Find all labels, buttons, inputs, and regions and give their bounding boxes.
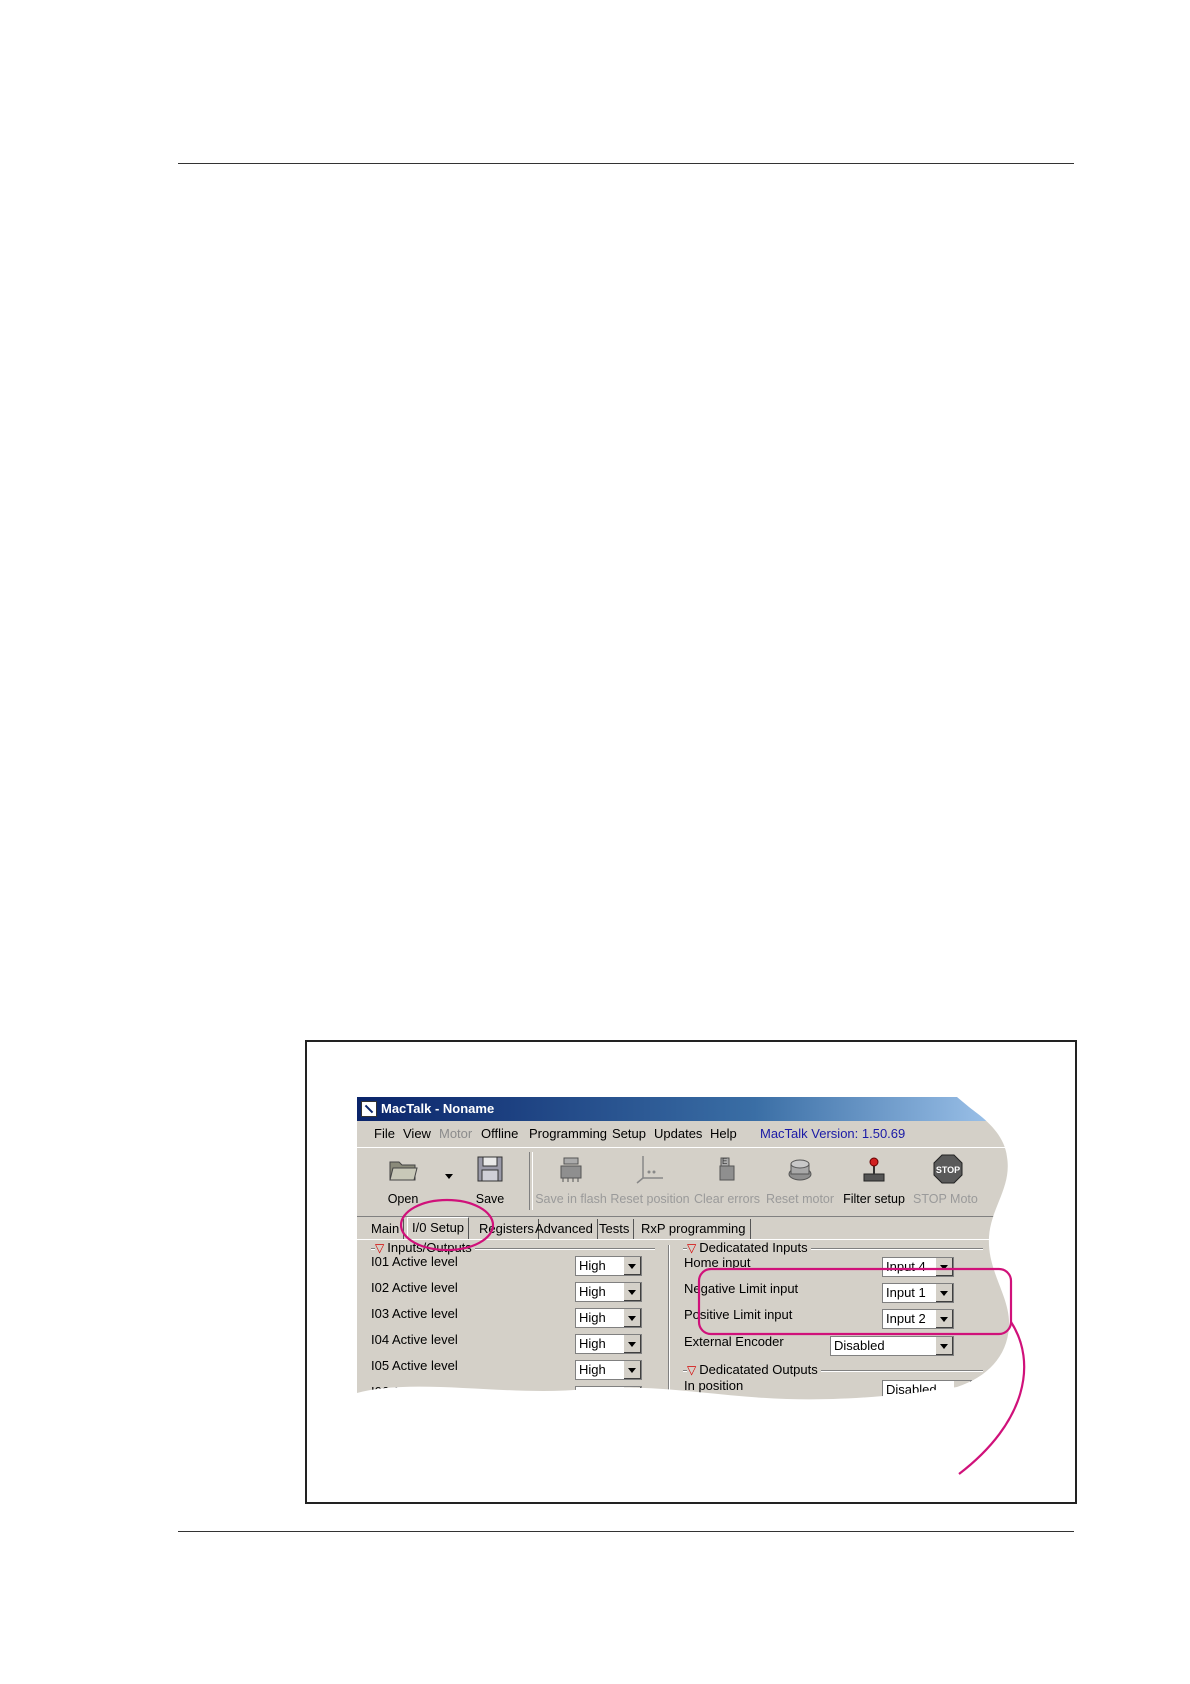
torn-edge-mask [357,1097,1019,1431]
top-rule [178,163,1074,164]
figure-frame: MacTalk - Noname File View Motor Offline… [305,1040,1077,1504]
bottom-rule [178,1531,1074,1532]
mactalk-window: MacTalk - Noname File View Motor Offline… [357,1097,1019,1431]
